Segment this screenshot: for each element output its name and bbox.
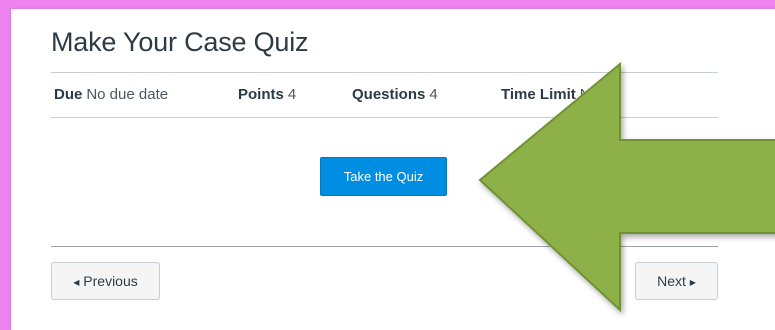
header-divider [51,72,718,73]
quiz-title: Make Your Case Quiz [51,27,309,57]
meta-questions-label: Questions [352,86,426,103]
meta-time-limit-value: None [579,86,616,103]
next-button-label: Next [657,273,686,289]
previous-button[interactable]: ◀ Previous [51,262,160,300]
meta-points-label: Points [238,86,284,103]
meta-time-limit: Time Limit None [501,86,616,103]
caret-right-icon: ▶ [689,277,696,287]
previous-button-label: Previous [83,273,138,289]
meta-due-value: No due date [86,86,169,103]
meta-points-value: 4 [287,86,297,103]
next-button[interactable]: Next ▶ [635,262,718,300]
footer-divider [51,246,718,247]
meta-questions: Questions 4 [352,86,438,103]
take-quiz-button[interactable]: Take the Quiz [320,157,447,196]
caret-left-icon: ◀ [73,277,80,287]
meta-questions-value: 4 [429,86,438,103]
meta-due-label: Due [54,86,83,103]
meta-divider [51,117,718,118]
meta-points: Points 4 [238,86,296,103]
meta-due: Due No due date [54,86,168,103]
meta-time-limit-label: Time Limit [501,86,576,103]
